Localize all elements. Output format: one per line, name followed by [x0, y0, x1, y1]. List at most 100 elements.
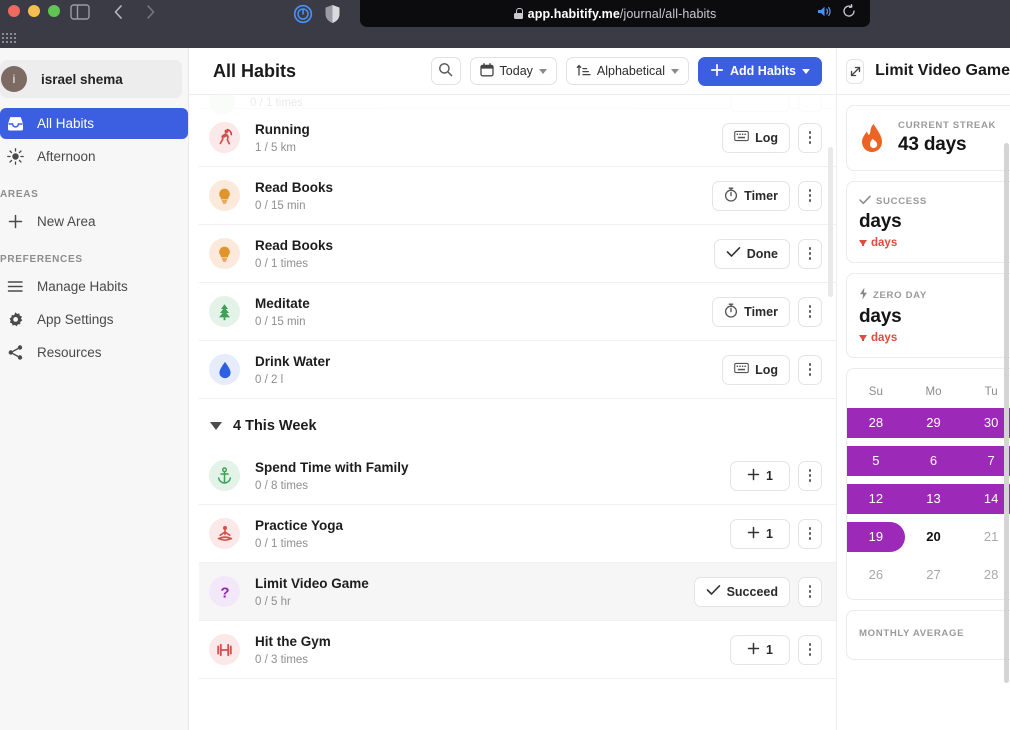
- weekday-label: Tu: [984, 386, 998, 398]
- habit-more-button[interactable]: [798, 354, 822, 385]
- table-row[interactable]: Meditate 0 / 15 min Timer: [199, 283, 836, 341]
- check-icon: [726, 246, 741, 261]
- table-row[interactable]: Read Books 0 / 1 times Done: [199, 225, 836, 283]
- calendar-day[interactable]: 30: [962, 408, 1010, 438]
- calendar-day[interactable]: 21: [962, 522, 1010, 552]
- table-row[interactable]: Spend Time with Family 0 / 8 times 1: [199, 447, 836, 505]
- calendar-day[interactable]: 19: [847, 522, 905, 552]
- calendar-day[interactable]: 28: [962, 560, 1010, 590]
- sort-icon: [576, 63, 591, 80]
- close-window-button[interactable]: [8, 5, 20, 17]
- habit-calendar: Su Mo Tu 28 29 30 5 6 7 12 13 14 19 20 2…: [846, 368, 1010, 600]
- habit-more-button[interactable]: [798, 238, 822, 269]
- main-toolbar: All Habits Today Alphabetical Add Habits: [189, 48, 836, 95]
- date-filter-dropdown[interactable]: Today: [469, 57, 557, 85]
- habit-more-button[interactable]: [798, 460, 822, 491]
- habit-log-button[interactable]: Log: [722, 122, 790, 153]
- address-bar[interactable]: app.habitify.me/journal/all-habits: [360, 0, 870, 27]
- table-row[interactable]: 0 / 1 times: [199, 95, 836, 115]
- habit-group-header[interactable]: 4 This Week: [189, 399, 836, 447]
- main-scrollbar[interactable]: [828, 147, 833, 297]
- calendar-day[interactable]: 27: [905, 560, 963, 590]
- calendar-day[interactable]: 26: [847, 560, 905, 590]
- habit-name: Spend Time with Family: [255, 460, 409, 476]
- sidebar-toggle-icon[interactable]: [68, 2, 92, 22]
- habit-more-button[interactable]: [798, 95, 822, 112]
- habit-action-label: Done: [746, 246, 778, 261]
- grid-dots-icon[interactable]: [2, 32, 18, 44]
- monthly-average-label: MONTHLY AVERAGE: [859, 628, 965, 639]
- habit-increment-button[interactable]: 1: [730, 634, 790, 665]
- sidebar-item-new-area[interactable]: New Area: [0, 206, 188, 237]
- habit-done-button[interactable]: Done: [713, 238, 790, 269]
- sidebar-item-all-habits[interactable]: All Habits: [0, 108, 188, 139]
- sidebar: i israel shema All Habits Afternoon AREA…: [0, 48, 189, 730]
- habit-name: Read Books: [255, 238, 334, 254]
- add-habits-button[interactable]: Add Habits: [698, 56, 822, 86]
- shield-icon[interactable]: [322, 3, 342, 25]
- keyboard-icon: [734, 362, 749, 377]
- habit-group-label: 4 This Week: [233, 418, 317, 434]
- current-streak-value: 43 days: [898, 134, 967, 155]
- habit-succeed-button[interactable]: Succeed: [693, 576, 790, 607]
- success-label: SUCCESS: [876, 196, 927, 207]
- back-icon[interactable]: [106, 0, 130, 24]
- habit-more-button[interactable]: [798, 576, 822, 607]
- forward-icon[interactable]: [138, 0, 162, 24]
- habit-action-button[interactable]: [730, 95, 790, 112]
- sidebar-item-label: Manage Habits: [37, 279, 128, 294]
- speaker-icon[interactable]: [817, 5, 832, 23]
- detail-panel-title: Limit Video Game: [875, 62, 1010, 79]
- sort-filter-dropdown[interactable]: Alphabetical: [565, 57, 690, 85]
- calendar-day[interactable]: 13: [904, 484, 963, 514]
- habit-action-label: 1: [766, 642, 773, 657]
- table-row[interactable]: Drink Water 0 / 2 l Log: [199, 341, 836, 399]
- maximize-window-button[interactable]: [48, 5, 60, 17]
- reload-icon[interactable]: [842, 3, 856, 23]
- weekday-label: Mo: [925, 386, 942, 398]
- calendar-day[interactable]: 12: [847, 484, 905, 514]
- search-button[interactable]: [430, 57, 461, 85]
- table-row[interactable]: ? Limit Video Game 0 / 5 hr Succeed: [199, 563, 836, 621]
- habit-more-button[interactable]: [798, 296, 822, 327]
- calendar-day-today[interactable]: 20: [905, 522, 963, 552]
- habit-log-button[interactable]: Log: [722, 354, 790, 385]
- calendar-day[interactable]: 5: [847, 446, 905, 476]
- expand-diagonal-icon[interactable]: [846, 58, 865, 84]
- calendar-day[interactable]: 14: [962, 484, 1010, 514]
- habit-timer-button[interactable]: Timer: [712, 180, 790, 211]
- table-row[interactable]: Read Books 0 / 15 min Timer: [199, 167, 836, 225]
- sidebar-item-afternoon[interactable]: Afternoon: [0, 141, 188, 172]
- habit-more-button[interactable]: [798, 180, 822, 211]
- habit-more-button[interactable]: [798, 122, 822, 153]
- power-circle-icon[interactable]: [292, 3, 314, 25]
- habit-timer-button[interactable]: Timer: [712, 296, 790, 327]
- triangle-down-icon[interactable]: [210, 422, 222, 430]
- table-row[interactable]: Practice Yoga 0 / 1 times 1: [199, 505, 836, 563]
- habit-increment-button[interactable]: 1: [730, 518, 790, 549]
- table-row[interactable]: Hit the Gym 0 / 3 times 1: [199, 621, 836, 679]
- dumbbell-icon: [209, 634, 240, 665]
- calendar-day[interactable]: 7: [962, 446, 1010, 476]
- minimize-window-button[interactable]: [28, 5, 40, 17]
- calendar-day[interactable]: 6: [904, 446, 963, 476]
- habit-name: Running: [255, 122, 310, 138]
- user-profile-chip[interactable]: i israel shema: [0, 60, 182, 98]
- keyboard-icon: [734, 130, 749, 145]
- calendar-day[interactable]: 28: [847, 408, 905, 438]
- calendar-week-row: 26 27 28: [847, 560, 1010, 590]
- sidebar-item-app-settings[interactable]: App Settings: [0, 304, 188, 335]
- table-row[interactable]: Running 1 / 5 km Log: [199, 109, 836, 167]
- runner-icon: [209, 122, 240, 153]
- sidebar-item-resources[interactable]: Resources: [0, 337, 188, 368]
- habit-more-button[interactable]: [798, 518, 822, 549]
- sidebar-item-manage-habits[interactable]: Manage Habits: [0, 271, 188, 302]
- habit-more-button[interactable]: [798, 634, 822, 665]
- check-icon: [706, 584, 721, 599]
- calendar-week-row: 28 29 30: [847, 408, 1010, 438]
- habit-increment-button[interactable]: 1: [730, 460, 790, 491]
- habit-progress: 0 / 15 min: [255, 199, 306, 212]
- habit-action-label: Timer: [744, 188, 778, 203]
- calendar-day[interactable]: 29: [904, 408, 963, 438]
- detail-panel-scrollbar[interactable]: [1004, 143, 1009, 683]
